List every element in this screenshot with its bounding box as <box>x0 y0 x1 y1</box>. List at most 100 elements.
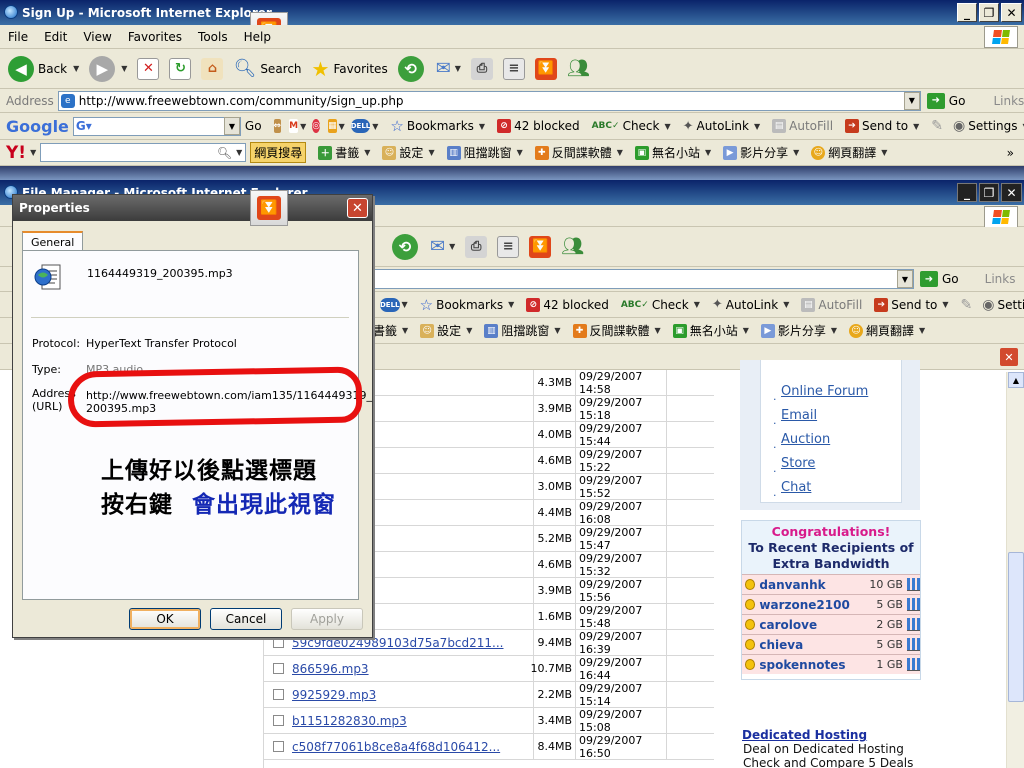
link-store[interactable]: Store <box>781 456 815 471</box>
links-label[interactable]: Links <box>985 272 1016 286</box>
home-icon[interactable]: ⌂ <box>201 57 224 80</box>
yahoo-popup-blocker[interactable]: ▥ 阻擋跳窗 ▼ <box>446 144 523 161</box>
messenger-icon[interactable]: 👥︎ <box>561 236 584 257</box>
recipient-name[interactable]: warzone2100 <box>759 598 865 612</box>
table-row[interactable]: 866596.mp3 10.7MB 09/29/2007 16:44 <box>264 656 714 682</box>
row-checkbox[interactable] <box>273 637 284 648</box>
google-search-input[interactable]: G▾ ▼ <box>72 116 241 136</box>
chevron-down-icon[interactable]: ▼ <box>223 117 240 135</box>
menu-favorites[interactable]: Favorites <box>120 30 190 44</box>
menu-view[interactable]: View <box>75 30 119 44</box>
yahoo-settings[interactable]: ☺ 設定 ▼ <box>382 144 435 161</box>
forward-button[interactable]: ▶ ▼ <box>89 55 127 82</box>
yahoo-search-button[interactable]: 網頁搜尋 <box>250 142 307 163</box>
dell-icon[interactable]: DELL <box>350 119 371 133</box>
spellcheck-button[interactable]: ABC✓ Check ▼ <box>592 119 671 133</box>
yahoo-bookmarks[interactable]: ＋書籤 ▼ <box>318 144 370 161</box>
restore-button[interactable]: ❐ <box>979 3 999 22</box>
download-accelerator-icon[interactable]: ⏬ <box>250 190 288 226</box>
pencil-icon[interactable]: ✎ <box>931 118 943 134</box>
file-name-link[interactable]: b1151282830.mp3 <box>292 714 533 728</box>
menu-edit[interactable]: Edit <box>36 30 75 44</box>
cancel-button[interactable]: Cancel <box>210 608 282 630</box>
messenger-icon[interactable]: 👥︎ <box>567 58 590 79</box>
yahoo-wretch[interactable]: ▣ 無名小站 ▼ <box>634 144 711 161</box>
bookmarks-button[interactable]: ☆ Bookmarks ▼ <box>390 117 485 135</box>
go-button[interactable]: ➜ Go <box>926 92 965 109</box>
toolbar-options-icon[interactable]: ⇔ <box>273 119 282 133</box>
recipient-name[interactable]: danvanhk <box>759 578 865 592</box>
download-icon[interactable]: ⏬ <box>529 235 552 258</box>
autolink-button[interactable]: ✦ AutoLink ▼ <box>683 119 761 134</box>
address-input[interactable]: e http://www.freewebtown.com/community/s… <box>57 90 921 111</box>
link-chat[interactable]: Chat <box>781 480 811 495</box>
yahoo-video[interactable]: ▶ 影片分享 ▼ <box>760 322 837 339</box>
news-icon[interactable]: ▦ <box>328 119 337 133</box>
popup-blocker-button[interactable]: ⊘ 42 blocked <box>497 119 580 133</box>
scroll-thumb[interactable] <box>1008 552 1024 702</box>
apply-button[interactable]: Apply <box>291 608 363 630</box>
recipient-name[interactable]: spokennotes <box>759 658 865 672</box>
mail-icon[interactable]: ✉ <box>430 236 445 257</box>
history-icon[interactable]: ⟲ <box>392 233 418 260</box>
bookmarks-button[interactable]: ☆ Bookmarks ▼ <box>420 296 515 314</box>
print-icon[interactable]: ⎙ <box>465 235 488 258</box>
chevron-down-icon[interactable]: ▼ <box>903 91 920 110</box>
link-online-forum[interactable]: Online Forum <box>781 384 868 399</box>
ok-button[interactable]: OK <box>129 608 201 630</box>
recipient-name[interactable]: chieva <box>759 638 865 652</box>
menu-file[interactable]: File <box>0 30 36 44</box>
settings-button[interactable]: ◉Settings▼ <box>953 118 1024 134</box>
close-button[interactable]: ✕ <box>1001 3 1022 22</box>
dell-icon[interactable]: DELL <box>380 297 400 312</box>
settings-button[interactable]: ◉Settings▼ <box>982 297 1024 313</box>
yahoo-bookmarks[interactable]: 書籤 ▼ <box>373 322 408 339</box>
table-row[interactable]: b1151282830.mp3 3.4MB 09/29/2007 15:08 <box>264 708 714 734</box>
stop-icon[interactable]: ✕ <box>137 57 160 80</box>
search-button[interactable]: 🔍︎ Search <box>233 58 301 79</box>
favorites-button[interactable]: ★ Favorites <box>312 57 388 81</box>
sendto-button[interactable]: ➔ Send to ▼ <box>845 119 919 133</box>
row-checkbox[interactable] <box>273 715 284 726</box>
yahoo-wretch[interactable]: ▣ 無名小站 ▼ <box>672 322 749 339</box>
chevron-down-icon[interactable]: ▼ <box>897 270 913 288</box>
window2-address-input[interactable]: ▼ <box>373 269 914 289</box>
yahoo-popup-blocker[interactable]: ▥ 阻擋跳窗 ▼ <box>484 322 561 339</box>
close-button[interactable]: ✕ <box>1001 183 1022 202</box>
autofill-button[interactable]: ▤ AutoFill <box>801 297 862 312</box>
restore-button[interactable]: ❐ <box>979 183 999 202</box>
popup-blocker-button[interactable]: ⊘ 42 blocked <box>526 297 609 312</box>
minimize-button[interactable]: _ <box>957 3 977 22</box>
edit-icon[interactable]: ≡ <box>497 235 520 258</box>
vertical-scrollbar[interactable]: ▲ <box>1006 372 1024 768</box>
ad-title-link[interactable]: Dedicated Hosting <box>742 728 867 742</box>
autofill-button[interactable]: ▤ AutoFill <box>772 119 833 133</box>
yahoo-search-input[interactable]: 🔍︎ ▼ <box>40 143 247 162</box>
print-icon[interactable]: ⎙ <box>470 57 493 80</box>
sendto-button[interactable]: ➔ Send to ▼ <box>874 297 949 312</box>
table-row[interactable]: 9925929.mp3 2.2MB 09/29/2007 15:14 <box>264 682 714 708</box>
row-checkbox[interactable] <box>273 741 284 752</box>
yahoo-antispy[interactable]: ✚ 反間諜軟體 ▼ <box>572 322 661 339</box>
yahoo-translate[interactable]: ☺ 網頁翻譯 ▼ <box>811 144 887 161</box>
file-name-link[interactable]: c508f77061b8ce8a4f68d106412... <box>292 740 533 754</box>
google-go-button[interactable]: Go <box>245 119 262 133</box>
menu-tools[interactable]: Tools <box>190 30 236 44</box>
file-name-link[interactable]: 9925929.mp3 <box>292 688 533 702</box>
yahoo-settings[interactable]: ☺ 設定 ▼ <box>420 322 472 339</box>
link-auction[interactable]: Auction <box>781 432 830 447</box>
yahoo-logo[interactable]: Y! <box>6 143 26 163</box>
scroll-up-arrow-icon[interactable]: ▲ <box>1008 372 1024 388</box>
download-icon[interactable]: ⏬ <box>534 57 557 80</box>
row-checkbox[interactable] <box>273 689 284 700</box>
link-email[interactable]: Email <box>781 408 817 423</box>
minimize-button[interactable]: _ <box>957 183 977 202</box>
close-tab-icon[interactable]: ✕ <box>1000 348 1018 366</box>
go-button[interactable]: ➜ Go <box>920 271 959 287</box>
pencil-icon[interactable]: ✎ <box>961 297 973 313</box>
spellcheck-button[interactable]: ABC✓ Check ▼ <box>621 298 700 312</box>
autolink-button[interactable]: ✦ AutoLink ▼ <box>712 297 790 312</box>
tab-general[interactable]: General <box>22 231 84 251</box>
picasa-icon[interactable]: ◎ <box>312 119 321 133</box>
table-row[interactable]: c508f77061b8ce8a4f68d106412... 8.4MB 09/29… <box>264 734 714 760</box>
